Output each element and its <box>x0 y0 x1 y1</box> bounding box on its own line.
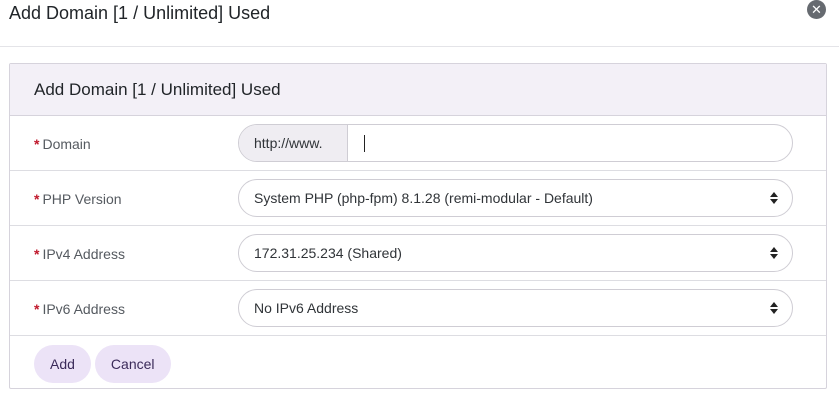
required-marker: * <box>34 300 40 317</box>
form-actions: Add Cancel <box>34 345 171 383</box>
sort-arrows-icon <box>769 301 779 315</box>
sort-arrows-icon <box>769 246 779 260</box>
ipv4-value: 172.31.25.234 (Shared) <box>254 245 402 261</box>
required-marker: * <box>34 190 40 207</box>
ipv6-value: No IPv6 Address <box>254 300 359 316</box>
domain-field[interactable]: http://www. <box>238 124 793 162</box>
php-version-label: * PHP Version <box>34 171 122 226</box>
cancel-button[interactable]: Cancel <box>94 345 171 383</box>
header-divider <box>0 46 839 47</box>
php-version-row: * PHP Version System PHP (php-fpm) 8.1.2… <box>10 171 826 226</box>
add-domain-panel: Add Domain [1 / Unlimited] Used * Domain… <box>9 63 827 389</box>
ipv6-row: * IPv6 Address No IPv6 Address <box>10 281 826 336</box>
ipv4-row: * IPv4 Address 172.31.25.234 (Shared) <box>10 226 826 281</box>
close-icon[interactable]: ✕ <box>807 0 826 19</box>
ipv6-label-text: IPv6 Address <box>42 300 125 317</box>
add-button[interactable]: Add <box>34 345 91 383</box>
ipv6-label: * IPv6 Address <box>34 281 125 336</box>
php-version-label-text: PHP Version <box>42 190 122 207</box>
panel-title: Add Domain [1 / Unlimited] Used <box>10 64 826 116</box>
modal-title: Add Domain [1 / Unlimited] Used <box>9 3 271 23</box>
ipv4-select[interactable]: 172.31.25.234 (Shared) <box>238 234 793 272</box>
required-marker: * <box>34 135 40 152</box>
text-caret <box>364 134 365 152</box>
domain-row: * Domain http://www. <box>10 116 826 171</box>
ipv4-label: * IPv4 Address <box>34 226 125 281</box>
ipv4-label-text: IPv4 Address <box>42 245 125 262</box>
domain-input[interactable] <box>348 125 792 161</box>
php-version-value: System PHP (php-fpm) 8.1.28 (remi-modula… <box>254 190 593 206</box>
ipv6-select[interactable]: No IPv6 Address <box>238 289 793 327</box>
domain-label-text: Domain <box>42 135 91 152</box>
domain-prefix: http://www. <box>239 125 348 161</box>
domain-label: * Domain <box>34 116 91 171</box>
required-marker: * <box>34 245 40 262</box>
php-version-select[interactable]: System PHP (php-fpm) 8.1.28 (remi-modula… <box>238 179 793 217</box>
sort-arrows-icon <box>769 191 779 205</box>
